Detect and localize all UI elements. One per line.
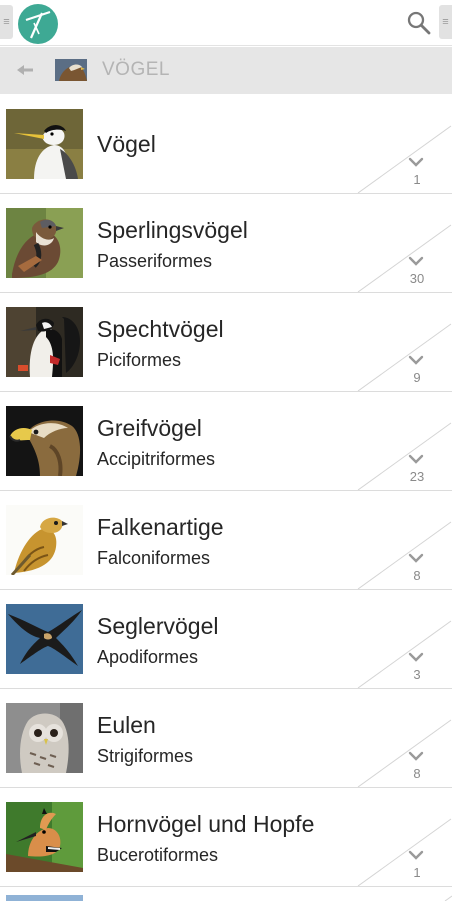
child-count: 8 (413, 766, 421, 781)
bird-thumbnail (6, 802, 83, 872)
chevron-down-icon[interactable] (408, 850, 424, 860)
bird-thumbnail (6, 109, 83, 179)
item-latin-name: Piciformes (97, 350, 182, 370)
chevron-down-icon[interactable] (408, 355, 424, 365)
bird-thumbnail (6, 505, 83, 575)
chevron-down-icon[interactable] (408, 454, 424, 464)
child-count: 1 (413, 172, 421, 187)
corner-divider (357, 125, 452, 193)
item-latin-name: Passeriformes (97, 251, 213, 271)
item-name: Falkenartige (97, 514, 224, 540)
corner-divider (357, 323, 452, 391)
list-item[interactable]: Eulen Strigiformes 8 (0, 689, 452, 788)
child-count: 30 (409, 271, 425, 286)
item-name: Spechtvögel (97, 316, 224, 342)
search-icon[interactable] (406, 10, 432, 36)
child-count: 8 (413, 568, 421, 583)
app-logo-icon[interactable] (17, 3, 59, 45)
chevron-down-icon[interactable] (408, 652, 424, 662)
menu-icon: ≡ (442, 15, 449, 28)
item-name: Eulen (97, 712, 156, 738)
chevron-down-icon[interactable] (408, 553, 424, 563)
back-arrow-icon[interactable] (14, 61, 36, 79)
item-name: Seglervögel (97, 613, 219, 639)
corner-divider (357, 620, 452, 688)
list-item[interactable]: Greifvögel Accipitriformes 23 (0, 392, 452, 491)
item-latin-name: Strigiformes (97, 746, 194, 766)
corner-divider (357, 422, 452, 490)
corner-divider (357, 521, 452, 589)
corner-divider (357, 719, 452, 787)
breadcrumb: VÖGEL (0, 47, 452, 94)
list-item[interactable]: Hornvögel und Hopfe Bucerotiformes 1 (0, 788, 452, 887)
item-name: Vögel (97, 131, 156, 157)
right-drawer-handle[interactable]: ≡ (439, 5, 452, 39)
bird-thumbnail (6, 208, 83, 278)
top-app-bar: ≡ ≡ (0, 0, 452, 46)
bird-thumbnail (6, 406, 83, 476)
menu-icon: ≡ (3, 15, 10, 28)
item-name: Sperlingsvögel (97, 217, 248, 243)
chevron-down-icon[interactable] (408, 751, 424, 761)
list-item[interactable]: Spechtvögel Piciformes 9 (0, 293, 452, 392)
item-latin-name: Apodiformes (97, 647, 199, 667)
list-item[interactable] (0, 888, 452, 902)
corner-divider (357, 818, 452, 886)
child-count: 1 (413, 865, 421, 880)
list-item[interactable]: Sperlingsvögel Passeriformes 30 (0, 194, 452, 293)
list-item[interactable]: Seglervögel Apodiformes 3 (0, 590, 452, 689)
breadcrumb-title: VÖGEL (102, 59, 170, 80)
corner-divider (357, 224, 452, 292)
item-latin-name: Accipitriformes (97, 449, 216, 469)
category-list: Vögel 1 Sperlingsvögel Passeriformes 30 … (0, 95, 452, 887)
child-count: 23 (409, 469, 425, 484)
item-latin-name: Falconiformes (97, 548, 211, 568)
chevron-down-icon[interactable] (408, 157, 424, 167)
bird-thumbnail (6, 604, 83, 674)
item-name: Hornvögel und Hopfe (97, 811, 315, 837)
list-item[interactable]: Vögel 1 (0, 95, 452, 194)
child-count: 9 (413, 370, 421, 385)
category-thumbnail (55, 59, 87, 81)
item-latin-name: Bucerotiformes (97, 845, 219, 865)
chevron-down-icon[interactable] (408, 256, 424, 266)
left-drawer-handle[interactable]: ≡ (0, 5, 13, 39)
list-item[interactable]: Falkenartige Falconiformes 8 (0, 491, 452, 590)
item-name: Greifvögel (97, 415, 202, 441)
bird-thumbnail (6, 703, 83, 773)
bird-thumbnail (6, 307, 83, 377)
child-count: 3 (413, 667, 421, 682)
